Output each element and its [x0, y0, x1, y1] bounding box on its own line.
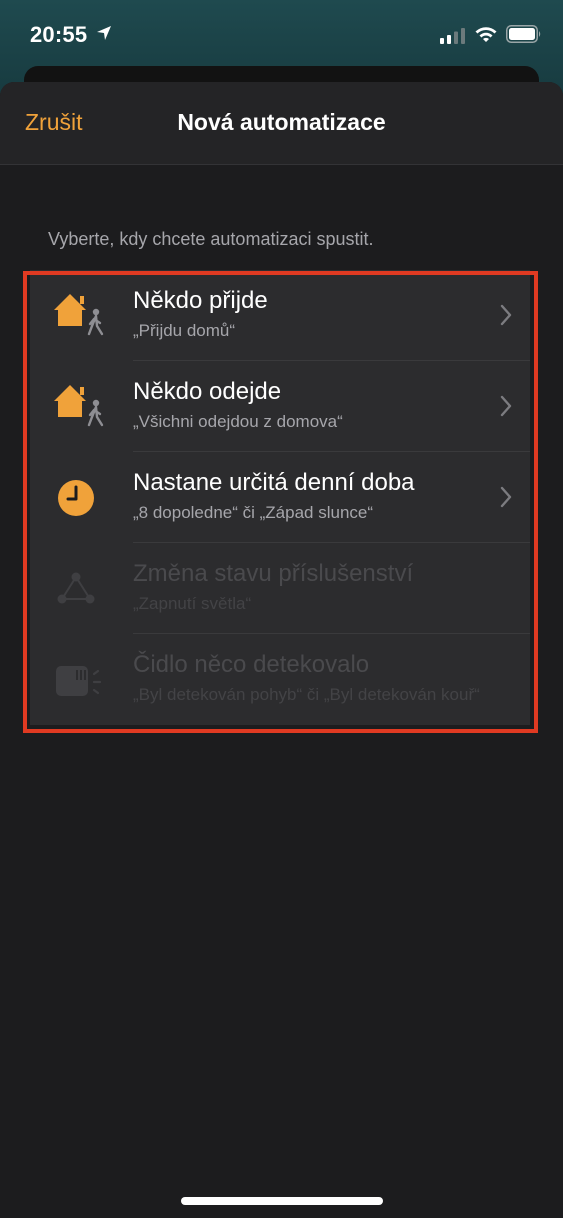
option-subtitle: „Zapnutí světla“: [133, 594, 252, 613]
person-leaves-home-icon: [54, 385, 104, 427]
home-indicator[interactable]: [181, 1197, 383, 1205]
chevron-right-icon: [500, 486, 512, 508]
nav-bar: Zrušit Nová automatizace: [0, 82, 563, 165]
option-someone-arrives[interactable]: Někdo přijde „Přijdu domů“: [30, 270, 530, 361]
option-sensor-detected: Čidlo něco detekovalo „Byl detekován poh…: [30, 634, 530, 725]
chevron-right-icon: [500, 304, 512, 326]
instruction-text: Vyberte, kdy chcete automatizaci spustit…: [48, 229, 374, 249]
option-title: Změna stavu příslušenství: [133, 560, 414, 587]
option-title: Někdo přijde: [133, 287, 268, 314]
trigger-options-list: Někdo přijde „Přijdu domů“ Někdo odejde …: [30, 270, 530, 725]
option-time-of-day[interactable]: Nastane určitá denní doba „8 dopoledne“ …: [30, 452, 530, 543]
page-title: Nová automatizace: [177, 109, 386, 135]
wifi-icon: [475, 27, 497, 42]
battery-icon: [506, 25, 541, 43]
option-someone-leaves[interactable]: Někdo odejde „Všichni odejdou z domova“: [30, 361, 530, 452]
new-automation-sheet: Zrušit Nová automatizace Vyberte, kdy ch…: [0, 82, 563, 1218]
location-arrow-icon: [97, 26, 111, 40]
status-bar: 20:55: [0, 0, 563, 66]
option-subtitle: „8 dopoledne“ či „Západ slunce“: [133, 503, 374, 522]
accessory-network-icon: [57, 572, 95, 604]
option-subtitle: „Přijdu domů“: [133, 321, 236, 340]
sensor-icon: [56, 666, 102, 696]
option-subtitle: „Všichni odejdou z domova“: [133, 412, 343, 431]
status-time: 20:55: [30, 22, 88, 47]
chevron-right-icon: [500, 395, 512, 417]
option-accessory-change: Změna stavu příslušenství „Zapnutí světl…: [30, 543, 530, 634]
person-arrives-home-icon: [54, 294, 104, 336]
option-title: Čidlo něco detekovalo: [133, 651, 370, 678]
option-subtitle: „Byl detekován pohyb“ či „Byl detekován …: [133, 685, 480, 704]
option-title: Nastane určitá denní doba: [133, 469, 415, 496]
option-title: Někdo odejde: [133, 378, 282, 405]
cellular-signal-icon: [440, 28, 465, 44]
clock-icon: [58, 480, 94, 516]
